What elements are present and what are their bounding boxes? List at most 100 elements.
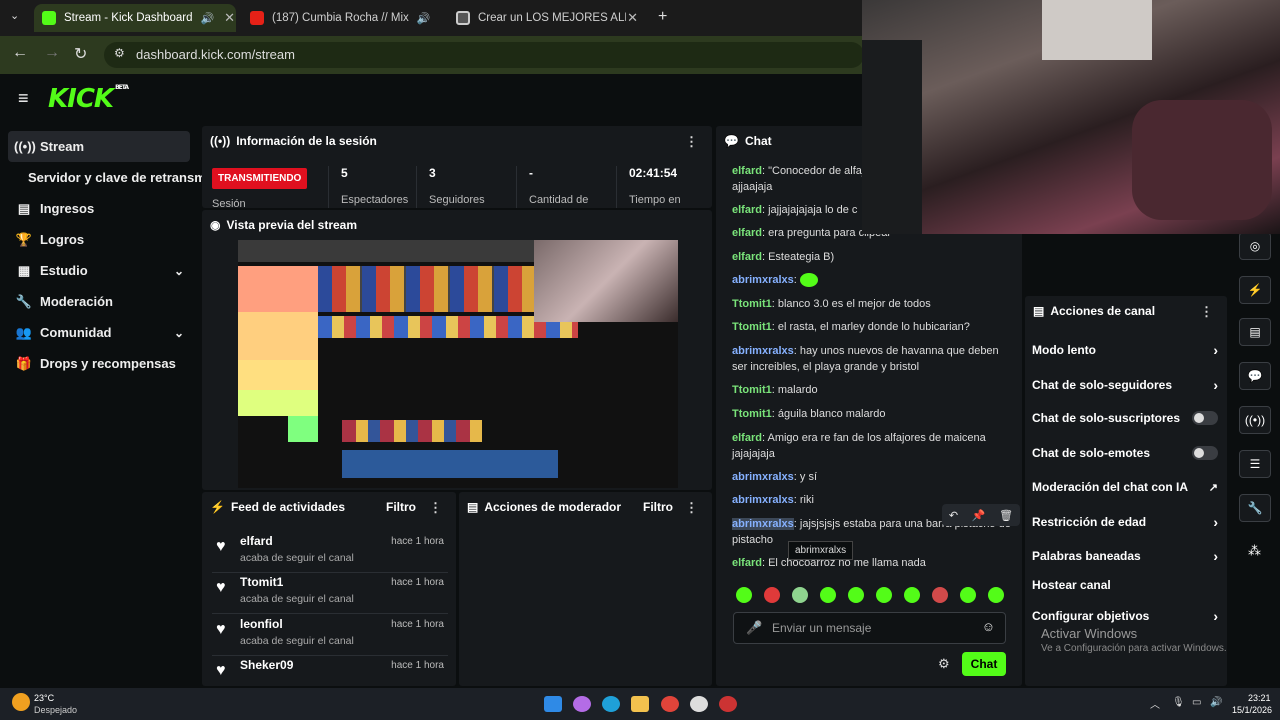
sidebar-item-logros[interactable]: 🏆 Logros [8, 224, 190, 255]
reload-icon[interactable]: ↻ [74, 44, 87, 64]
weather-icon[interactable] [12, 693, 30, 711]
chat-username[interactable]: Ttomit1 [732, 321, 772, 333]
action-ai-moderation[interactable]: Moderación del chat con IA ↗ [1032, 480, 1218, 494]
emote-icon[interactable] [988, 587, 1004, 603]
tray-volume-icon[interactable]: 🔊 [1210, 697, 1222, 708]
chat-username[interactable]: abrimxralxs [732, 345, 794, 357]
chat-username[interactable]: elfard [732, 432, 762, 444]
speaker-icon[interactable]: 🔊 [200, 12, 214, 25]
chat-input[interactable]: 🎤 Enviar un mensaje ☺ [733, 612, 1006, 644]
feed-user[interactable]: leonfiol [240, 617, 283, 631]
chat-username[interactable]: Ttomit1 [732, 298, 772, 310]
tab-youtube[interactable]: (187) Cumbia Rocha // Mix 🔊 ✕ [242, 4, 442, 32]
action-slow-mode[interactable]: Modo lento › [1032, 342, 1218, 358]
action-banned-words[interactable]: Palabras baneadas › [1032, 548, 1218, 564]
more-options-icon[interactable]: ⋮ [1200, 304, 1213, 320]
hamburger-menu-icon[interactable]: ≡ [18, 88, 29, 109]
rail-chat-button[interactable]: 💬 [1239, 362, 1271, 390]
speaker-icon[interactable]: 🔊 [417, 12, 431, 25]
sidebar-item-moderacion[interactable]: 🔧 Moderación [8, 286, 190, 317]
more-options-icon[interactable]: ⋮ [429, 500, 442, 516]
tab-kick-dashboard[interactable]: Stream - Kick Dashboard 🔊 ✕ [34, 4, 236, 32]
clock-time[interactable]: 23:21 [1248, 693, 1271, 703]
emoji-icon[interactable]: ☺ [982, 619, 995, 634]
add-widget-icon[interactable]: ⁂ [1248, 543, 1261, 559]
feed-user[interactable]: Sheker09 [240, 658, 293, 672]
sidebar-item-drops[interactable]: 🎁 Drops y recompensas [8, 348, 190, 379]
close-icon[interactable]: ✕ [627, 10, 638, 26]
microphone-icon[interactable]: 🎤 [746, 620, 762, 636]
toggle-switch[interactable] [1192, 446, 1218, 460]
sidebar-item-comunidad[interactable]: 👥 Comunidad ⌄ [8, 317, 190, 348]
action-host-channel[interactable]: Hostear canal [1032, 578, 1218, 592]
site-info-icon[interactable]: ⚙ [114, 46, 125, 60]
sidebar-item-estudio[interactable]: ▦ Estudio ⌄ [8, 255, 190, 286]
obs-icon[interactable] [690, 696, 708, 712]
stream-preview-video[interactable] [238, 240, 678, 488]
feed-user[interactable]: Ttomit1 [240, 575, 283, 589]
kick-logo[interactable]: KICK BETA [48, 84, 129, 114]
close-icon[interactable]: ✕ [224, 10, 235, 26]
chat-username[interactable]: abrimxralxs [732, 471, 794, 483]
tab-list-chevron-icon[interactable]: ⌄ [10, 9, 19, 22]
chat-username[interactable]: Ttomit1 [732, 408, 772, 420]
rail-actions-button[interactable]: ☰ [1239, 450, 1271, 478]
chat-username[interactable]: elfard [732, 557, 762, 569]
undo-icon[interactable]: ↶ [949, 509, 958, 522]
trash-icon[interactable]: 🗑 [999, 509, 1013, 522]
emote-icon[interactable] [848, 587, 864, 603]
windows-start-icon[interactable] [544, 696, 562, 712]
filter-button[interactable]: Filtro [643, 500, 673, 514]
forward-arrow-icon[interactable]: → [44, 44, 60, 62]
chat-username[interactable]: elfard [732, 227, 762, 239]
emote-icon[interactable] [799, 273, 818, 288]
tab-tierlist[interactable]: Crear un LOS MEJORES ALFAJO ✕ [448, 4, 646, 32]
rail-document-button[interactable]: ▤ [1239, 318, 1271, 346]
more-options-icon[interactable]: ⋮ [685, 134, 698, 150]
emote-icon[interactable] [736, 587, 752, 603]
chat-username[interactable]: abrimxralxs [732, 274, 794, 286]
back-arrow-icon[interactable]: ← [12, 44, 28, 62]
pin-icon[interactable]: 📌 [972, 509, 986, 522]
action-age-restriction[interactable]: Restricción de edad › [1032, 514, 1218, 530]
chat-username[interactable]: abrimxralxs [732, 518, 794, 530]
chat-settings-gear-icon[interactable]: ⚙ [938, 656, 950, 672]
app-icon[interactable] [719, 696, 737, 712]
emote-icon[interactable] [820, 587, 836, 603]
rail-camera-button[interactable]: ◎ [1239, 232, 1271, 260]
toggle-switch[interactable] [1192, 411, 1218, 425]
copilot-icon[interactable] [573, 696, 591, 712]
weather-desc[interactable]: Despejado [34, 705, 77, 715]
rail-wrench-button[interactable]: 🔧 [1239, 494, 1271, 522]
chat-username[interactable]: elfard [732, 251, 762, 263]
feed-user[interactable]: elfard [240, 534, 273, 548]
clock-date[interactable]: 15/1/2026 [1232, 705, 1272, 715]
chat-username[interactable]: Ttomit1 [732, 384, 772, 396]
emote-icon[interactable] [960, 587, 976, 603]
tray-chevron-up-icon[interactable]: ︿ [1150, 696, 1160, 711]
emote-icon[interactable] [764, 587, 780, 603]
chat-username[interactable]: elfard [732, 165, 762, 177]
chat-username[interactable]: abrimxralxs [732, 494, 794, 506]
rail-broadcast-button[interactable]: ((•)) [1239, 406, 1271, 434]
edge-icon[interactable] [602, 696, 620, 712]
chevron-down-icon[interactable]: ⌄ [174, 264, 184, 278]
sidebar-item-servidor[interactable]: Servidor y clave de retransmisión [22, 162, 202, 193]
filter-button[interactable]: Filtro [386, 500, 416, 514]
emote-icon[interactable] [876, 587, 892, 603]
emote-icon[interactable] [792, 587, 808, 603]
tray-network-icon[interactable]: ▭ [1192, 697, 1201, 708]
sidebar-item-stream[interactable]: ((•)) Stream [8, 131, 190, 162]
close-icon[interactable]: ✕ [440, 10, 442, 26]
file-explorer-icon[interactable] [631, 696, 649, 712]
weather-temp[interactable]: 23°C [34, 693, 54, 703]
rail-lightning-button[interactable]: ⚡ [1239, 276, 1271, 304]
sidebar-item-ingresos[interactable]: ▤ Ingresos [8, 193, 190, 224]
chat-username[interactable]: elfard [732, 204, 762, 216]
chevron-down-icon[interactable]: ⌄ [174, 326, 184, 340]
chat-send-button[interactable]: Chat [962, 652, 1006, 676]
new-tab-plus-icon[interactable]: + [658, 8, 667, 26]
action-followers-only[interactable]: Chat de solo-seguidores › [1032, 377, 1218, 393]
chrome-icon[interactable] [661, 696, 679, 712]
emote-icon[interactable] [932, 587, 948, 603]
